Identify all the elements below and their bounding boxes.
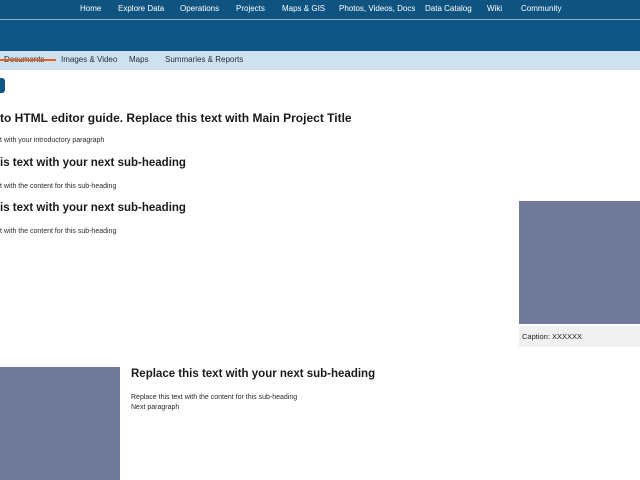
section-heading: Replace this text with your next sub-hea… xyxy=(131,368,376,380)
nav-maps-gis[interactable]: Maps & GIS xyxy=(282,0,325,19)
nav-home[interactable]: Home xyxy=(80,0,101,19)
image-placeholder xyxy=(0,367,120,480)
next-paragraph: Next paragraph xyxy=(131,404,180,411)
nav-projects[interactable]: Projects xyxy=(236,0,265,19)
section-body: t with the content for this sub-heading xyxy=(0,183,117,190)
image-caption: Caption: XXXXXX xyxy=(519,326,640,347)
caption-text: Caption: XXXXXX xyxy=(522,332,583,341)
nav-explore-data[interactable]: Explore Data xyxy=(118,0,164,19)
active-tab-indicator xyxy=(0,59,56,61)
subnav-images-video[interactable]: Images & Video xyxy=(61,51,117,70)
subnav-summaries-reports[interactable]: Summaries & Reports xyxy=(165,51,243,70)
section-heading: is text with your next sub-heading xyxy=(0,157,186,169)
section-heading: is text with your next sub-heading xyxy=(0,202,186,214)
sub-navigation: Documents Images & Video Maps Summaries … xyxy=(0,51,640,70)
section-body: Replace this text with the content for t… xyxy=(131,394,298,401)
nav-photos-videos-docs[interactable]: Photos, Videos, Docs xyxy=(339,0,415,19)
nav-wiki[interactable]: Wiki xyxy=(487,0,502,19)
nav-operations[interactable]: Operations xyxy=(180,0,219,19)
section-body: t with the content for this sub-heading xyxy=(0,228,117,235)
image-placeholder xyxy=(519,201,640,324)
nav-data-catalog[interactable]: Data Catalog xyxy=(425,0,472,19)
side-tab[interactable] xyxy=(0,78,5,93)
subnav-maps[interactable]: Maps xyxy=(129,51,149,70)
nav-community[interactable]: Community xyxy=(521,0,561,19)
top-navigation: Home Explore Data Operations Projects Ma… xyxy=(0,0,640,20)
page-title: to HTML editor guide. Replace this text … xyxy=(0,111,352,125)
project-banner xyxy=(0,20,640,51)
intro-paragraph: t with your introductory paragraph xyxy=(0,137,105,144)
